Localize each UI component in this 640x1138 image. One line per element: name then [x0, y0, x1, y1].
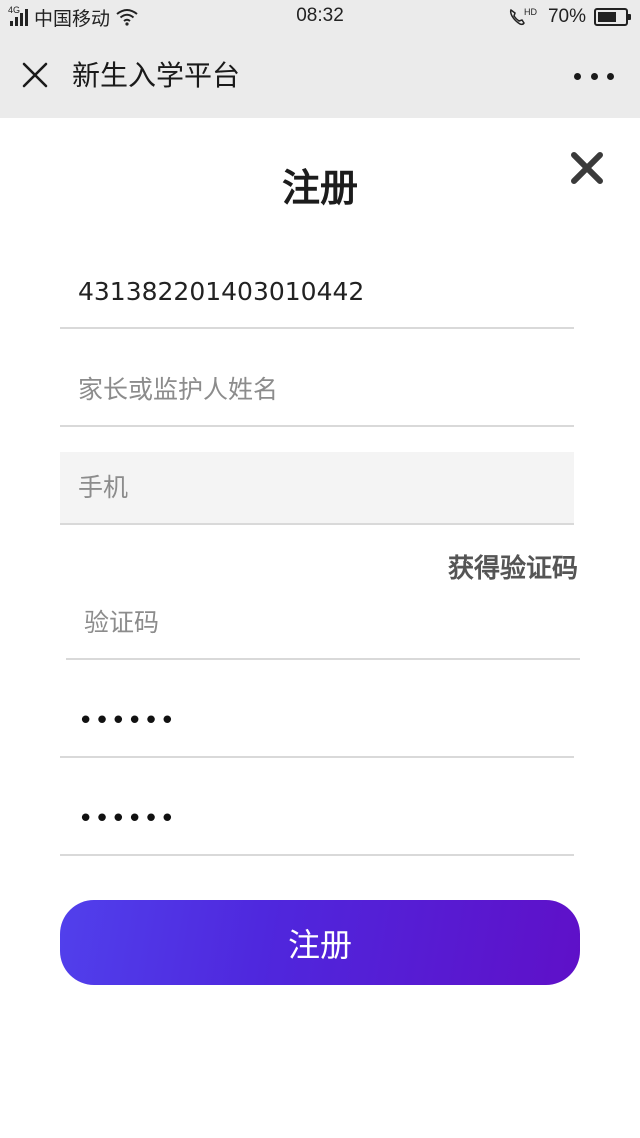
- battery-percent: 70%: [547, 6, 586, 27]
- title-bar: 新生入学平台: [0, 34, 640, 118]
- phone-field[interactable]: [60, 452, 574, 525]
- guardian-name-field[interactable]: [60, 354, 574, 427]
- guardian-name-input[interactable]: [60, 354, 574, 425]
- battery-icon: [594, 8, 631, 26]
- close-icon[interactable]: [20, 60, 50, 90]
- id-number-field[interactable]: [60, 256, 574, 329]
- battery-fill: [598, 12, 617, 22]
- register-button[interactable]: 注册: [60, 900, 580, 985]
- password-field[interactable]: [60, 685, 574, 758]
- verification-code-input[interactable]: [66, 587, 580, 658]
- more-icon[interactable]: [574, 70, 614, 82]
- close-icon[interactable]: [567, 148, 607, 188]
- id-number-input[interactable]: [60, 256, 574, 327]
- app-title: 新生入学平台: [72, 59, 241, 92]
- confirm-password-field[interactable]: [60, 783, 574, 856]
- status-right: HD 70%: [508, 5, 631, 29]
- confirm-password-input[interactable]: [60, 783, 574, 854]
- page-title: 注册: [281, 166, 358, 210]
- verification-code-field[interactable]: [66, 587, 580, 660]
- get-code-button[interactable]: 获得验证码: [448, 552, 578, 586]
- hd-label: HD: [524, 7, 537, 17]
- phone-input[interactable]: [60, 452, 574, 523]
- status-bar: 4G 中国移动 08:32 HD 70%: [0, 0, 640, 34]
- password-input[interactable]: [60, 685, 574, 756]
- hd-call-icon: HD: [509, 7, 537, 26]
